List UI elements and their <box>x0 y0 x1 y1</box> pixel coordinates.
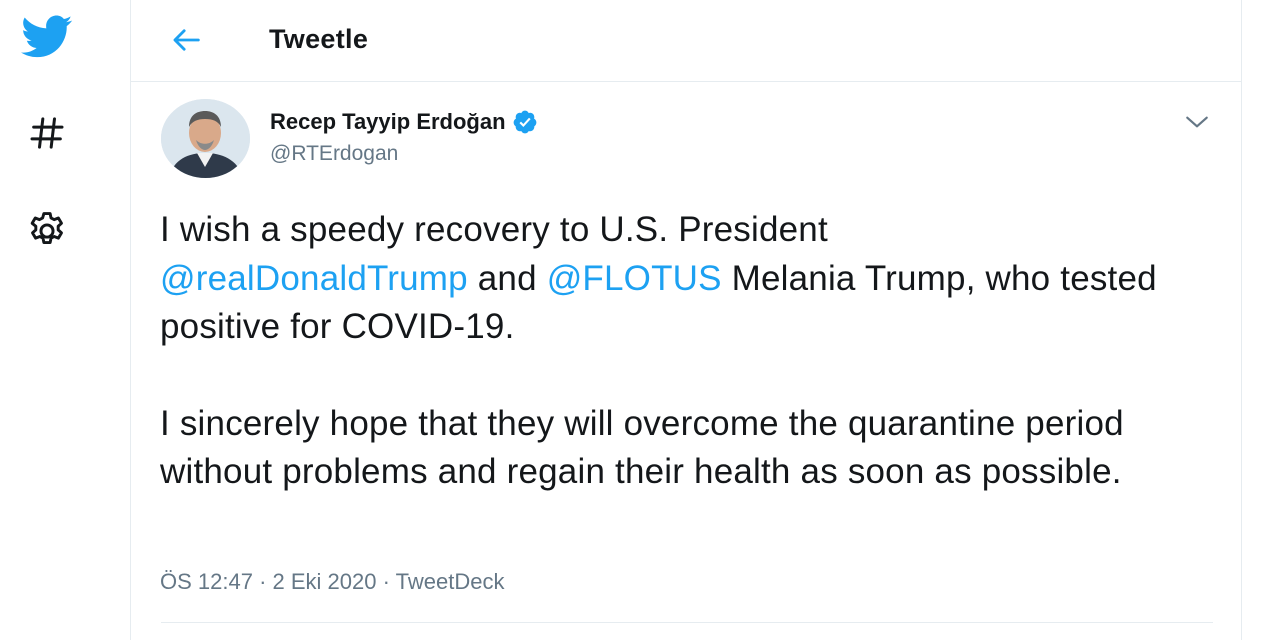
main-column: Tweetle Recep Tayyip Erdoğan @RTErdogan … <box>130 0 1242 640</box>
author-handle[interactable]: @RTErdogan <box>270 142 398 166</box>
author-display-name: Recep Tayyip Erdoğan <box>270 109 506 134</box>
tweet-text-line1: I wish a speedy recovery to U.S. Preside… <box>160 210 828 249</box>
settings-button[interactable] <box>18 206 76 256</box>
verified-badge-icon <box>512 109 538 135</box>
tweet-date[interactable]: 2 Eki 2020 <box>273 569 377 594</box>
tweet-text: I wish a speedy recovery to U.S. Preside… <box>160 206 1220 497</box>
tweet-paragraph-1: I wish a speedy recovery to U.S. Preside… <box>160 206 1220 352</box>
more-options-button[interactable] <box>1177 106 1217 138</box>
meta-separator: · <box>252 569 273 594</box>
mention-realdonaldtrump[interactable]: @realDonaldTrump <box>160 259 468 298</box>
meta-separator: · <box>376 569 396 594</box>
back-button[interactable] <box>163 18 211 62</box>
page-title: Tweetle <box>269 24 369 54</box>
hashtag-icon <box>30 117 64 149</box>
left-nav <box>0 0 130 640</box>
back-arrow-icon <box>173 29 200 51</box>
tweet-paragraph-2: I sincerely hope that they will overcome… <box>160 403 1124 492</box>
author-name[interactable]: Recep Tayyip Erdoğan <box>270 109 538 135</box>
tweet-meta: ÖS 12:47 · 2 Eki 2020 · TweetDeck <box>160 569 504 595</box>
page-header: Tweetle <box>131 0 1242 82</box>
tweet-time[interactable]: ÖS 12:47 <box>160 569 253 594</box>
tweet-text-and: and <box>467 258 547 298</box>
avatar[interactable] <box>161 99 250 178</box>
mention-flotus[interactable]: @FLOTUS <box>547 259 722 298</box>
chevron-down-icon <box>1186 116 1208 128</box>
tweet: Recep Tayyip Erdoğan @RTErdogan I wish a… <box>131 82 1242 640</box>
avatar-image <box>161 99 250 178</box>
twitter-bird-icon <box>21 15 73 58</box>
tweet-source[interactable]: TweetDeck <box>396 569 505 594</box>
gear-icon <box>30 212 63 245</box>
twitter-logo-button[interactable] <box>18 12 76 62</box>
divider <box>161 622 1213 623</box>
explore-button[interactable] <box>18 108 76 158</box>
app: Tweetle Recep Tayyip Erdoğan @RTErdogan … <box>0 0 1280 640</box>
